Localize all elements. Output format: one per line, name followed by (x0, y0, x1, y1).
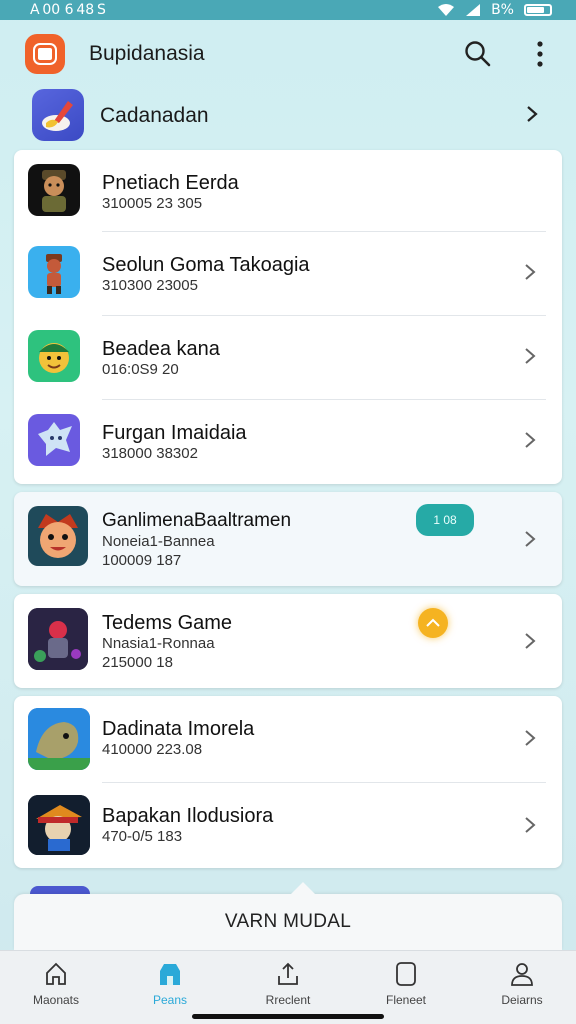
nav-label: Rreclent (265, 993, 311, 1007)
upload-icon (278, 962, 298, 985)
nav-item-tablet[interactable]: Fleneet (366, 959, 446, 1013)
more-vertical-icon[interactable] (528, 36, 552, 72)
status-bar: A 00 6 48 S B% (0, 0, 576, 20)
list-item[interactable]: Beadea kana 016:0S9 20 (14, 316, 562, 400)
bottom-sheet-label: VARN MUDAL (224, 911, 352, 932)
bottom-nav: Maonats Peans Rreclent Fleneet Deiarns (0, 950, 576, 1024)
nav-item-upload[interactable]: Rreclent (248, 959, 328, 1013)
app-title: Bapakan Ilodusiora (102, 805, 274, 827)
app-thumbnail (28, 795, 90, 855)
nav-label: Deiarns (501, 993, 543, 1007)
tablet-icon (396, 962, 416, 986)
bottom-sheet[interactable]: VARN MUDAL (14, 882, 562, 950)
app-publisher: Nnasia1-Ronnaa (102, 635, 215, 652)
app-title: Tedems Game (102, 612, 233, 634)
app-publisher: Noneia1-Bannea (102, 533, 215, 550)
home-icon (46, 962, 66, 985)
nav-label: Maonats (32, 993, 80, 1007)
status-badge: 1 08 (416, 504, 474, 536)
app-meta: 318000 38302 (102, 445, 198, 462)
app-meta: 470-0/5 183 (102, 828, 183, 845)
status-icons: B% (437, 2, 552, 18)
app-title: Bupidanasia (89, 42, 205, 65)
chevron-right-icon (525, 348, 536, 364)
list-item[interactable]: Seolun Goma Takoagia 310300 23005 (14, 232, 562, 316)
nav-label: Fleneet (385, 993, 427, 1007)
battery-percent: B% (491, 2, 514, 18)
app-thumbnail (28, 608, 88, 670)
nav-item-profile[interactable]: Deiarns (482, 959, 562, 1013)
profile-icon (511, 963, 533, 986)
nav-item-store[interactable]: Peans (130, 959, 210, 1013)
list-item[interactable]: Bapakan Ilodusiora 470-0/5 183 (14, 783, 562, 868)
featured-app-card[interactable]: Tedems Game Nnasia1-Ronnaa 215000 18 (14, 594, 562, 688)
notification-dot (418, 608, 448, 638)
store-icon (160, 964, 180, 985)
app-meta: 016:0S9 20 (102, 361, 179, 378)
brush-icon (32, 89, 84, 141)
app-thumbnail (28, 330, 80, 382)
chevron-right-icon (525, 432, 536, 448)
chevron-right-icon (527, 106, 538, 122)
app-meta: 100009 187 (102, 552, 182, 569)
nav-label: Peans (152, 993, 188, 1007)
app-title: GanlimenaBaaltramen (102, 510, 292, 531)
list-item[interactable]: Furgan Imaidaia 318000 38302 (14, 400, 562, 484)
chevron-right-icon (525, 264, 536, 280)
sheet-notch (291, 882, 315, 894)
app-title: Furgan Imaidaia (102, 422, 247, 444)
app-thumbnail (28, 164, 80, 216)
app-thumbnail (28, 414, 80, 466)
category-title: Cadanadan (100, 104, 209, 127)
app-meta: 215000 18 (102, 654, 173, 671)
category-row[interactable]: Cadanadan (0, 88, 576, 144)
app-list-card: Pnetiach Eerda 310005 23 305 Seolun Goma… (14, 150, 562, 484)
app-title: Dadinata Imorela (102, 718, 255, 740)
signal-icon (466, 4, 481, 16)
app-thumbnail (28, 506, 88, 566)
app-list-card: Dadinata Imorela 410000 223.08 Bapakan I… (14, 696, 562, 868)
app-meta: 310005 23 305 (102, 195, 203, 212)
home-indicator[interactable] (192, 1014, 384, 1019)
app-meta: 410000 223.08 (102, 741, 203, 758)
chevron-right-icon (525, 633, 536, 649)
list-item[interactable]: Dadinata Imorela 410000 223.08 (14, 696, 562, 782)
chevron-right-icon (525, 730, 536, 746)
featured-app-card[interactable]: GanlimenaBaaltramen Noneia1-Bannea 10000… (14, 492, 562, 586)
status-time: A 00 6 48 S (30, 2, 106, 18)
chevron-right-icon (525, 531, 536, 547)
list-item[interactable]: Pnetiach Eerda 310005 23 305 (14, 150, 562, 232)
app-thumbnail (28, 246, 80, 298)
app-meta: 310300 23005 (102, 277, 198, 294)
search-icon[interactable] (462, 38, 494, 70)
top-app-bar: Bupidanasia (0, 20, 576, 88)
app-title: Beadea kana (102, 338, 220, 360)
battery-icon (524, 4, 552, 16)
app-title: Pnetiach Eerda (102, 172, 239, 194)
app-logo-icon (25, 34, 65, 74)
chevron-right-icon (525, 817, 536, 833)
wifi-icon (438, 4, 455, 16)
nav-item-home[interactable]: Maonats (16, 959, 96, 1013)
app-thumbnail (28, 708, 90, 770)
app-title: Seolun Goma Takoagia (102, 254, 310, 276)
